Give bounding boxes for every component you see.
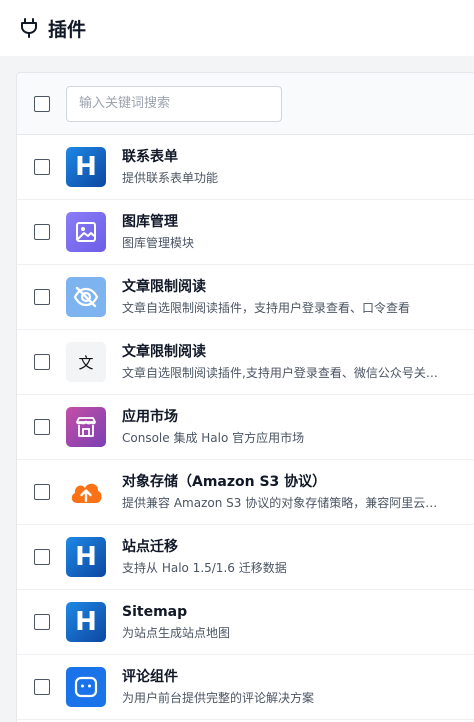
plugin-description: 文章自选限制阅读插件，支持用户登录查看、口令查看: [122, 301, 411, 315]
plugin-name[interactable]: 应用市场: [122, 407, 304, 427]
plugin-row[interactable]: 文章限制阅读 文章自选限制阅读插件，支持用户登录查看、口令查看: [17, 265, 474, 330]
plugin-name[interactable]: 图库管理: [122, 212, 194, 232]
plugin-row[interactable]: 应用市场 Console 集成 Halo 官方应用市场: [17, 395, 474, 460]
plugin-row[interactable]: H 联系表单 提供联系表单功能: [17, 135, 474, 200]
search-input[interactable]: [66, 85, 282, 122]
plugin-name[interactable]: 联系表单: [122, 147, 218, 167]
cloud-upload-icon: [66, 472, 106, 512]
plugin-name[interactable]: 对象存储（Amazon S3 协议）: [122, 472, 438, 492]
plugin-description: 为站点生成站点地图: [122, 626, 231, 640]
row-checkbox[interactable]: [34, 679, 50, 695]
plugin-row[interactable]: H 站点迁移 支持从 Halo 1.5/1.6 迁移数据: [17, 525, 474, 590]
plugin-row[interactable]: 图库管理 图库管理模块: [17, 200, 474, 265]
halo-logo-icon: H: [66, 602, 106, 642]
plugin-name[interactable]: 文章限制阅读: [122, 342, 438, 362]
plugin-row[interactable]: 评论组件 为用户前台提供完整的评论解决方案: [17, 655, 474, 720]
list-toolbar: [17, 73, 474, 135]
plugin-description: 提供联系表单功能: [122, 171, 219, 185]
plugin-name[interactable]: 评论组件: [122, 667, 314, 687]
gallery-icon: [66, 212, 106, 252]
plugin-description: 为用户前台提供完整的评论解决方案: [122, 691, 315, 705]
plugin-description: Console 集成 Halo 官方应用市场: [122, 431, 305, 445]
plugin-list-panel: H 联系表单 提供联系表单功能 图库管理 图库管理模块: [16, 72, 474, 722]
page-title: 插件: [48, 18, 87, 41]
plugin-row[interactable]: 文 文章限制阅读 文章自选限制阅读插件,支持用户登录查看、微信公众号关注后查看: [17, 330, 474, 395]
row-checkbox[interactable]: [34, 289, 50, 305]
plug-icon: [19, 18, 39, 38]
row-checkbox[interactable]: [34, 354, 50, 370]
row-checkbox[interactable]: [34, 419, 50, 435]
plugin-name[interactable]: Sitemap: [122, 602, 230, 622]
plugin-description: 图库管理模块: [122, 236, 195, 250]
select-all-checkbox[interactable]: [34, 95, 50, 112]
plugin-name[interactable]: 文章限制阅读: [122, 277, 410, 297]
row-checkbox[interactable]: [34, 484, 50, 500]
store-icon: [66, 407, 106, 447]
row-checkbox[interactable]: [34, 549, 50, 565]
wen-text-icon: 文: [66, 342, 106, 382]
plugin-row[interactable]: H Sitemap 为站点生成站点地图: [17, 590, 474, 655]
plugin-description: 支持从 Halo 1.5/1.6 迁移数据: [122, 561, 287, 575]
plugin-row[interactable]: 对象存储（Amazon S3 协议） 提供兼容 Amazon S3 协议的对象存…: [17, 460, 474, 525]
row-checkbox[interactable]: [34, 224, 50, 240]
row-checkbox[interactable]: [34, 614, 50, 630]
plugin-description: 提供兼容 Amazon S3 协议的对象存储策略，兼容阿里云、腾讯云等: [122, 496, 438, 510]
halo-logo-icon: H: [66, 537, 106, 577]
chat-icon: [66, 667, 106, 707]
plugin-name[interactable]: 站点迁移: [122, 537, 287, 557]
eye-off-icon: [66, 277, 106, 317]
halo-logo-icon: H: [66, 147, 106, 187]
page-header: 插件: [0, 0, 474, 56]
row-checkbox[interactable]: [34, 159, 50, 175]
plugin-description: 文章自选限制阅读插件,支持用户登录查看、微信公众号关注后查看: [122, 366, 438, 380]
